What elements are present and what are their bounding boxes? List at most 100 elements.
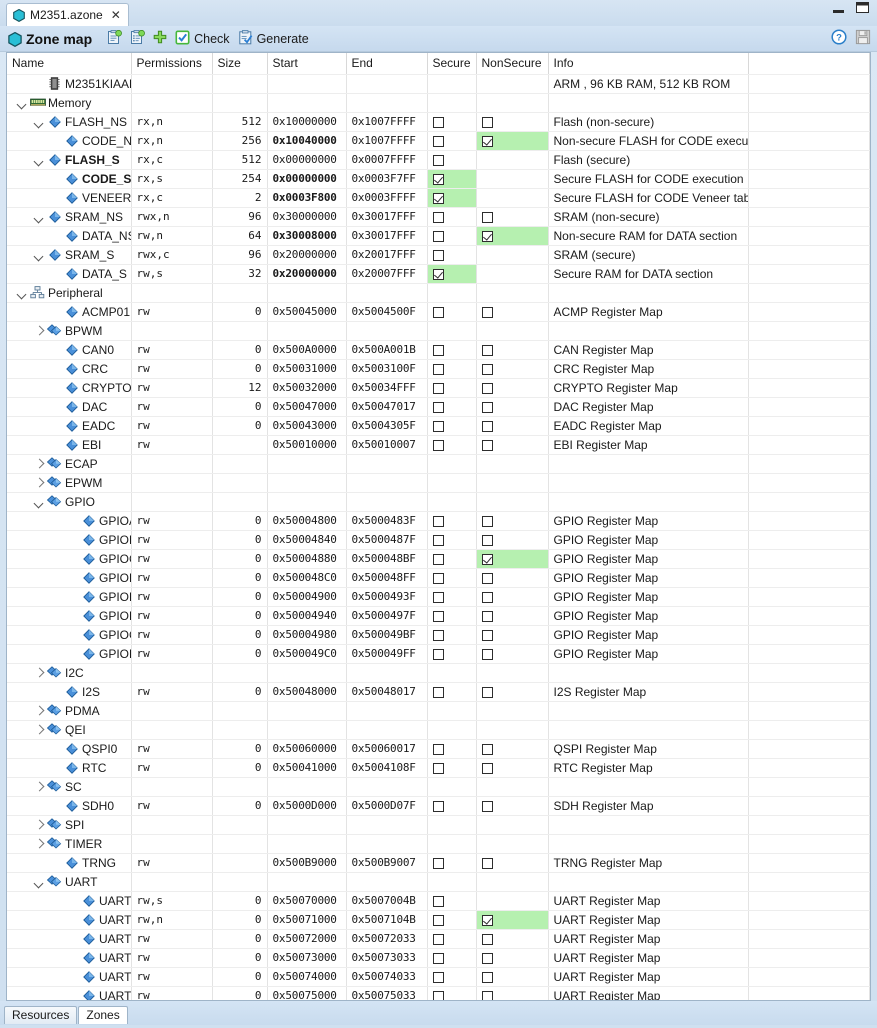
- cell-info[interactable]: EADC Register Map: [548, 416, 749, 436]
- cell-info[interactable]: UART Register Map: [548, 910, 749, 930]
- cell-secure[interactable]: [427, 758, 477, 778]
- cell-info[interactable]: DAC Register Map: [548, 397, 749, 417]
- cell-end[interactable]: [346, 93, 428, 113]
- cell-secure[interactable]: [427, 207, 477, 227]
- secure-checkbox[interactable]: [432, 515, 444, 527]
- chevron-down-icon[interactable]: [33, 873, 46, 891]
- cell-end[interactable]: [346, 701, 428, 721]
- cell-start[interactable]: 0x500049C0: [267, 644, 347, 664]
- cell-size[interactable]: 0: [212, 625, 268, 645]
- cell-nonsecure[interactable]: [476, 929, 549, 949]
- cell-start[interactable]: 0x50075000: [267, 986, 347, 1000]
- cell-size[interactable]: 512: [212, 112, 268, 132]
- cell-nonsecure[interactable]: [476, 74, 549, 94]
- cell-size[interactable]: 0: [212, 416, 268, 436]
- cell-end[interactable]: 0x5003100F: [346, 359, 428, 379]
- nonsecure-checkbox[interactable]: [481, 743, 493, 755]
- cell-spare[interactable]: [748, 169, 870, 189]
- cell-end[interactable]: 0x500B9007: [346, 853, 428, 873]
- cell-name[interactable]: UART3: [7, 948, 132, 968]
- cell-info[interactable]: Non-secure FLASH for CODE executi: [548, 131, 749, 151]
- cell-name[interactable]: GPIOC: [7, 549, 132, 569]
- nonsecure-checkbox[interactable]: [481, 800, 493, 812]
- cell-end[interactable]: [346, 492, 428, 512]
- cell-permissions[interactable]: rwx,c: [131, 245, 213, 265]
- cell-secure[interactable]: [427, 606, 477, 626]
- cell-permissions[interactable]: rw,s: [131, 891, 213, 911]
- cell-permissions[interactable]: rx,c: [131, 150, 213, 170]
- cell-nonsecure[interactable]: [476, 150, 549, 170]
- cell-nonsecure[interactable]: [476, 340, 549, 360]
- cell-size[interactable]: 12: [212, 378, 268, 398]
- chevron-right-icon[interactable]: [33, 835, 46, 853]
- secure-checkbox[interactable]: [432, 686, 444, 698]
- cell-size[interactable]: [212, 663, 268, 683]
- cell-size[interactable]: 0: [212, 739, 268, 759]
- cell-name[interactable]: I2C: [7, 663, 132, 683]
- cell-nonsecure[interactable]: [476, 188, 549, 208]
- cell-permissions[interactable]: rw: [131, 340, 213, 360]
- column-header-secure[interactable]: Secure: [427, 53, 477, 75]
- cell-permissions[interactable]: rw: [131, 853, 213, 873]
- cell-size[interactable]: 32: [212, 264, 268, 284]
- chevron-down-icon[interactable]: [33, 151, 46, 169]
- table-row[interactable]: CODE_S rx,s 254 0x00000000 0x0003F7FF Secure …: [7, 169, 870, 189]
- new-zone-from-template-button[interactable]: [103, 28, 126, 50]
- cell-secure[interactable]: [427, 796, 477, 816]
- cell-start[interactable]: 0x500B9000: [267, 853, 347, 873]
- cell-nonsecure[interactable]: [476, 777, 549, 797]
- secure-checkbox[interactable]: [432, 629, 444, 641]
- cell-nonsecure[interactable]: [476, 397, 549, 417]
- cell-size[interactable]: [212, 473, 268, 493]
- secure-checkbox[interactable]: [432, 610, 444, 622]
- cell-spare[interactable]: [748, 131, 870, 151]
- cell-secure[interactable]: [427, 302, 477, 322]
- cell-nonsecure[interactable]: [476, 853, 549, 873]
- cell-name[interactable]: DATA_S: [7, 264, 132, 284]
- cell-permissions[interactable]: [131, 834, 213, 854]
- cell-name[interactable]: VENEER: [7, 188, 132, 208]
- cell-info[interactable]: CRYPTO Register Map: [548, 378, 749, 398]
- cell-spare[interactable]: [748, 264, 870, 284]
- table-row[interactable]: UART2rw00x500720000x50072033 UART Registe…: [7, 929, 870, 949]
- secure-checkbox[interactable]: [432, 211, 444, 223]
- cell-size[interactable]: 64: [212, 226, 268, 246]
- cell-spare[interactable]: [748, 492, 870, 512]
- cell-permissions[interactable]: rwx,n: [131, 207, 213, 227]
- cell-permissions[interactable]: [131, 720, 213, 740]
- cell-start[interactable]: [267, 815, 347, 835]
- cell-secure[interactable]: [427, 587, 477, 607]
- table-row[interactable]: EADC rw 0 0x50043000 0x5004305F EADC Register…: [7, 416, 870, 436]
- cell-nonsecure[interactable]: [476, 226, 549, 246]
- cell-nonsecure[interactable]: [476, 891, 549, 911]
- cell-name[interactable]: EPWM: [7, 473, 132, 493]
- cell-size[interactable]: [212, 777, 268, 797]
- cell-nonsecure[interactable]: [476, 131, 549, 151]
- cell-size[interactable]: 0: [212, 682, 268, 702]
- secure-checkbox[interactable]: [432, 971, 444, 983]
- cell-permissions[interactable]: [131, 454, 213, 474]
- cell-secure[interactable]: [427, 530, 477, 550]
- cell-name[interactable]: Memory: [7, 93, 132, 113]
- cell-nonsecure[interactable]: [476, 739, 549, 759]
- cell-info[interactable]: GPIO Register Map: [548, 606, 749, 626]
- cell-permissions[interactable]: [131, 74, 213, 94]
- cell-name[interactable]: GPIOG: [7, 625, 132, 645]
- cell-end[interactable]: 0x5007004B: [346, 891, 428, 911]
- cell-end[interactable]: 0x20017FFF: [346, 245, 428, 265]
- cell-permissions[interactable]: rw: [131, 739, 213, 759]
- cell-spare[interactable]: [748, 568, 870, 588]
- cell-nonsecure[interactable]: [476, 834, 549, 854]
- cell-nonsecure[interactable]: [476, 454, 549, 474]
- cell-spare[interactable]: [748, 74, 870, 94]
- cell-end[interactable]: 0x5000497F: [346, 606, 428, 626]
- cell-end[interactable]: [346, 663, 428, 683]
- cell-size[interactable]: [212, 435, 268, 455]
- table-row[interactable]: UART3rw00x500730000x50073033 UART Registe…: [7, 948, 870, 968]
- cell-start[interactable]: 0x50071000: [267, 910, 347, 930]
- cell-permissions[interactable]: [131, 777, 213, 797]
- nonsecure-checkbox[interactable]: [481, 135, 493, 147]
- cell-name[interactable]: SRAM_NS: [7, 207, 132, 227]
- cell-end[interactable]: 0x1007FFFF: [346, 112, 428, 132]
- nonsecure-checkbox[interactable]: [481, 116, 493, 128]
